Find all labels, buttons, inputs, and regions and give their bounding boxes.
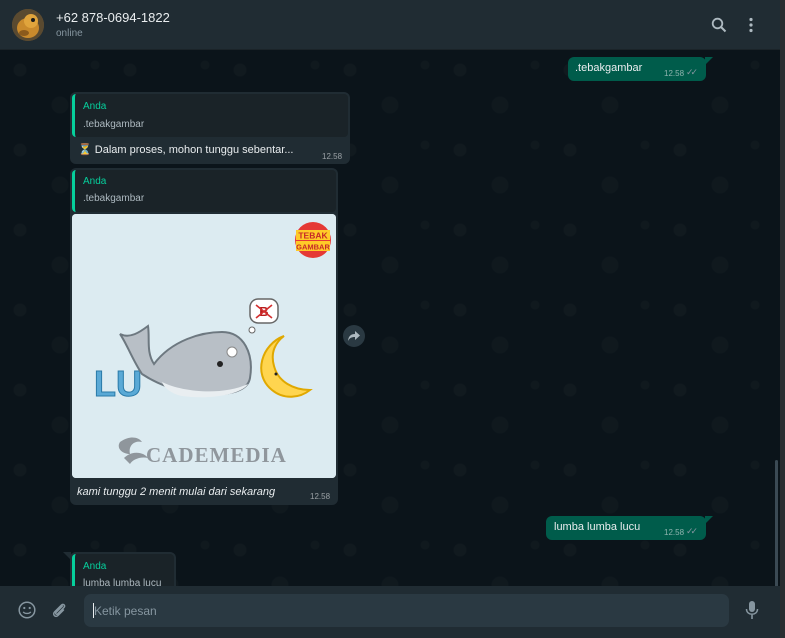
message-list[interactable]: .tebakgambar 12.58 ✓✓ Anda .tebakgambar … — [0, 50, 780, 586]
badge-line1: TEBAK — [298, 231, 328, 241]
chat-header: +62 878-0694-1822 online — [0, 0, 780, 50]
menu-kebab-icon[interactable] — [740, 14, 762, 36]
quote-author: Anda — [83, 101, 107, 112]
avatar[interactable] — [12, 9, 44, 41]
message-input[interactable] — [84, 594, 729, 627]
read-ticks-icon: ✓✓ — [686, 67, 698, 77]
message-text: .tebakgambar — [575, 62, 643, 74]
puzzle-image: TEBAK GAMBAR LU B — [72, 214, 336, 478]
quoted-message[interactable]: Anda lumba lumba lucu — [72, 554, 174, 586]
quote-text: lumba lumba lucu — [83, 578, 162, 586]
message-time: 12.58 — [664, 528, 685, 537]
incoming-message[interactable]: Anda lumba lumba lucu — [63, 552, 176, 586]
incoming-image-message[interactable]: Anda .tebakgambar TEBAK GAMBAR LU CADEME… — [70, 168, 338, 505]
emoji-icon[interactable] — [16, 599, 38, 621]
quote-text: .tebakgambar — [83, 119, 145, 130]
quote-author: Anda — [83, 176, 107, 187]
message-time: 12.58 — [322, 152, 343, 161]
message-time: 12.58 — [310, 492, 331, 501]
search-icon[interactable] — [708, 14, 730, 36]
incoming-message[interactable]: Anda .tebakgambar ⏳ Dalam proses, mohon … — [70, 92, 350, 164]
quoted-message[interactable]: Anda .tebakgambar — [72, 94, 348, 137]
message-input-box[interactable] — [84, 594, 729, 627]
composer-bar — [0, 586, 780, 638]
contact-status: online — [56, 28, 83, 39]
contact-name[interactable]: +62 878-0694-1822 — [56, 10, 170, 25]
image-watermark: CADEMEDIA — [146, 443, 287, 467]
quoted-message[interactable]: Anda .tebakgambar — [72, 170, 336, 212]
badge-line2: GAMBAR — [296, 243, 330, 252]
scrollbar[interactable] — [775, 460, 778, 586]
outgoing-message[interactable]: lumba lumba lucu 12.58 ✓✓ — [546, 516, 713, 540]
puzzle-letters: LU — [94, 363, 142, 404]
message-text: lumba lumba lucu — [554, 521, 641, 533]
read-ticks-icon: ✓✓ — [686, 526, 698, 536]
forward-icon[interactable] — [343, 325, 365, 347]
attach-icon[interactable] — [48, 599, 70, 621]
outgoing-message[interactable]: .tebakgambar 12.58 ✓✓ — [568, 57, 713, 81]
whatsapp-chat-window: +62 878-0694-1822 online .tebakgambar 12… — [0, 0, 785, 638]
image-caption: kami tunggu 2 menit mulai dari sekarang — [77, 486, 276, 498]
message-image[interactable]: TEBAK GAMBAR LU B — [72, 214, 336, 478]
message-text: ⏳ Dalam proses, mohon tunggu sebentar... — [78, 144, 294, 156]
quote-text: .tebakgambar — [83, 193, 145, 204]
quote-author: Anda — [83, 561, 107, 572]
message-time: 12.58 — [664, 69, 685, 78]
microphone-icon[interactable] — [741, 599, 763, 621]
